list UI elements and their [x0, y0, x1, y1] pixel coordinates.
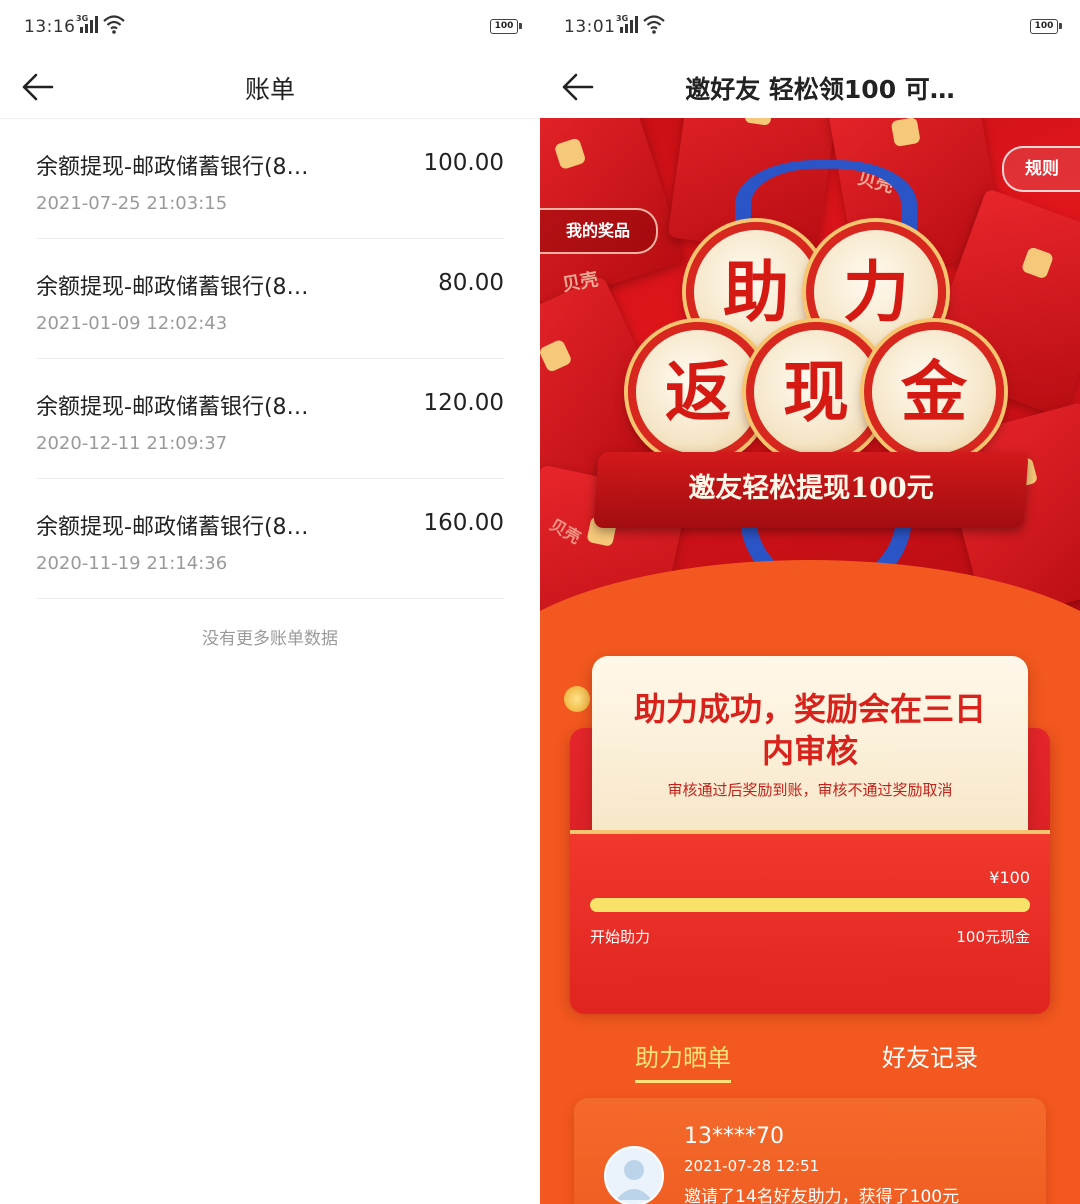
progress-bar	[590, 898, 1030, 912]
progress-end-label: 100元现金	[956, 928, 1030, 946]
status-time: 13:16	[24, 17, 76, 37]
record-name: 13****70	[684, 1124, 784, 1149]
title-coin: 金	[864, 322, 1004, 462]
page-title: 账单	[244, 75, 295, 104]
tab-friend-records[interactable]: 好友记录	[882, 1038, 978, 1073]
bill-amount: 160.00	[423, 510, 504, 536]
status-time: 13:01	[564, 17, 616, 37]
reward-amount: ¥100	[989, 868, 1030, 887]
my-prizes-button[interactable]: 我的奖品	[540, 208, 658, 254]
battery-icon: 100	[1030, 19, 1062, 34]
wifi-icon	[103, 15, 125, 34]
bill-title: 余额提现-邮政储蓄银行(8…	[36, 155, 309, 180]
coin-icon	[564, 686, 590, 712]
signal-icon	[620, 16, 638, 33]
bill-screen: 13:16 3G 100 账单 余额提现-邮政储蓄银行(8… 100.00 20…	[0, 0, 540, 1204]
bill-amount: 100.00	[423, 150, 504, 176]
status-bar: 13:01 3G 100	[540, 0, 1080, 56]
bill-item[interactable]: 余额提现-邮政储蓄银行(8… 120.00 2020-12-11 21:09:3…	[36, 359, 504, 479]
battery-icon: 100	[490, 19, 522, 34]
bill-item[interactable]: 余额提现-邮政储蓄银行(8… 160.00 2020-11-19 21:14:3…	[36, 479, 504, 599]
bill-date: 2020-11-19 21:14:36	[36, 553, 228, 574]
user-avatar-icon	[616, 1160, 652, 1200]
reward-pocket	[570, 830, 1050, 1014]
avatar	[604, 1146, 664, 1204]
status-bar: 13:16 3G 100	[0, 0, 540, 56]
record-date: 2021-07-28 12:51	[684, 1157, 820, 1175]
bill-list: 余额提现-邮政储蓄银行(8… 100.00 2021-07-25 21:03:1…	[0, 119, 540, 599]
slogan-text: 邀友轻松提现100元	[688, 473, 934, 504]
invite-campaign-screen: 13:01 3G 100 邀好友 轻松领100 可… 贝壳 贝壳 贝壳 规则 我	[540, 0, 1080, 1204]
wifi-icon	[643, 15, 665, 34]
bill-title: 余额提现-邮政储蓄银行(8…	[36, 515, 309, 540]
nav-bar: 邀好友 轻松领100 可…	[540, 56, 1080, 118]
bill-date: 2020-12-11 21:09:37	[36, 433, 228, 454]
bill-title: 余额提现-邮政储蓄银行(8…	[36, 395, 309, 420]
bill-item[interactable]: 余额提现-邮政储蓄银行(8… 80.00 2021-01-09 12:02:43	[36, 239, 504, 359]
notice-subtitle: 审核通过后奖励到账，审核不通过奖励取消	[667, 781, 953, 799]
signal-icon	[80, 16, 98, 33]
bill-amount: 120.00	[423, 390, 504, 416]
progress-start-label: 开始助力	[590, 928, 651, 946]
record-text: 邀请了14名好友助力，获得了100元	[684, 1187, 960, 1204]
bill-date: 2021-07-25 21:03:15	[36, 193, 228, 214]
page-title: 邀好友 轻松领100 可…	[685, 75, 955, 104]
notice-title: 助力成功，奖励会在三日内审核	[633, 690, 986, 770]
progress-fill	[590, 898, 1030, 912]
tab-help-showcase[interactable]: 助力晒单	[635, 1038, 731, 1083]
nav-bar: 账单	[0, 56, 540, 119]
bill-date: 2021-01-09 12:02:43	[36, 313, 228, 334]
bill-item[interactable]: 余额提现-邮政储蓄银行(8… 100.00 2021-07-25 21:03:1…	[36, 119, 504, 239]
rules-button[interactable]: 规则	[1002, 146, 1080, 192]
record-tabs: 助力晒单 好友记录	[540, 1030, 1080, 1090]
bill-title: 余额提现-邮政储蓄银行(8…	[36, 275, 309, 300]
no-more-data-text: 没有更多账单数据	[202, 629, 338, 649]
bill-amount: 80.00	[438, 270, 504, 296]
